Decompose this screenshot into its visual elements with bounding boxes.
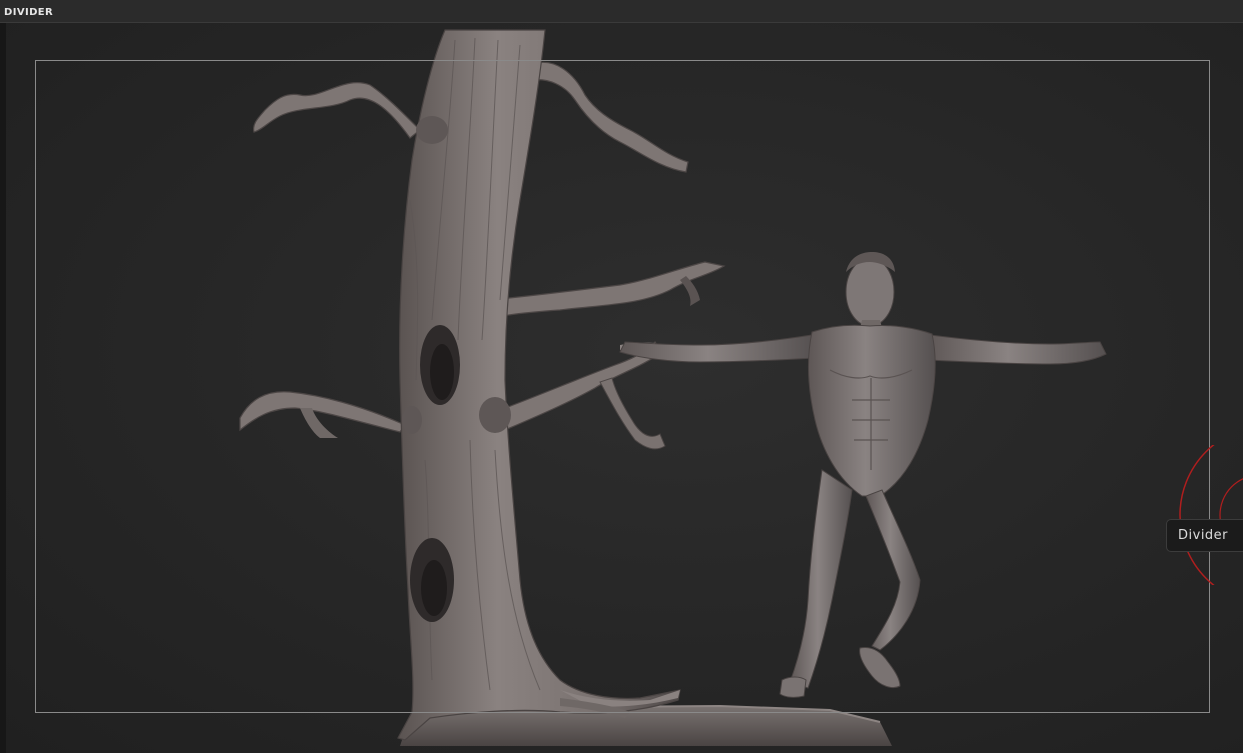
sculpt-scene[interactable]	[0, 0, 1243, 753]
draw-size-circle-icon	[1179, 445, 1243, 585]
male-figure-sculpt[interactable]	[619, 252, 1107, 698]
tooltip-label: Divider	[1178, 528, 1229, 543]
tooltip: Divider	[1166, 519, 1243, 552]
dead-tree-sculpt[interactable]	[239, 29, 726, 741]
